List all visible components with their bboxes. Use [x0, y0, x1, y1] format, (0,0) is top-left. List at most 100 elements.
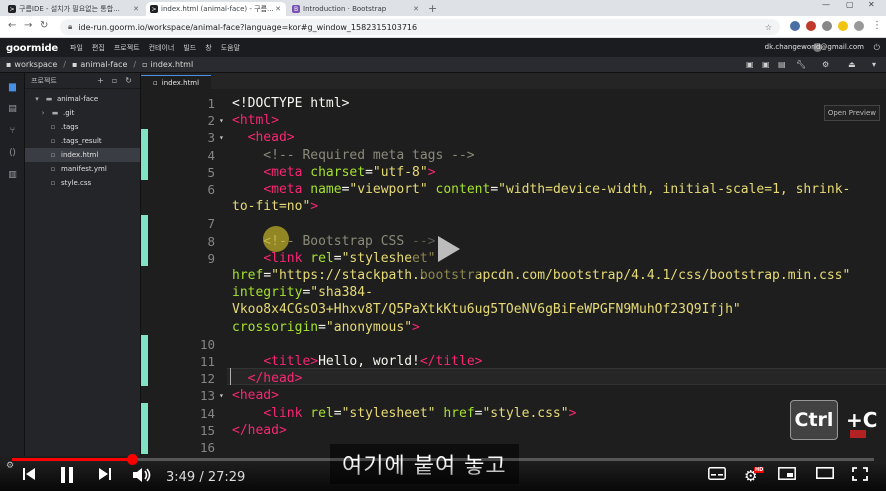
fold-toggle-icon[interactable]: ▾: [219, 112, 224, 129]
window-close-button[interactable]: ✕: [868, 0, 875, 9]
subtitles-icon[interactable]: [708, 467, 726, 480]
terminal-icon[interactable]: ▥: [7, 169, 18, 180]
code-line[interactable]: to-fit=no">: [141, 198, 886, 215]
menu-container[interactable]: 컨테이너: [149, 43, 175, 53]
save-all-icon[interactable]: ▣: [762, 60, 770, 69]
code-text: <meta name="viewport" content="width=dev…: [232, 181, 850, 198]
pause-icon[interactable]: [60, 467, 74, 483]
profile-avatar[interactable]: [854, 21, 864, 31]
tree-item-tags-result[interactable]: ▫ .tags_result: [25, 134, 140, 148]
volume-icon[interactable]: [132, 467, 152, 483]
code-line[interactable]: 3 ▾ <head>: [141, 129, 886, 146]
add-icon[interactable]: +: [97, 76, 104, 85]
code-token: "anonymous": [325, 319, 413, 335]
power-icon[interactable]: ⏻: [874, 43, 880, 53]
line-number: 10: [199, 336, 215, 352]
tree-item-animal-face[interactable]: ▾ ▬ animal-face: [25, 92, 140, 106]
video-progress-bar[interactable]: [12, 454, 874, 465]
new-tab-button[interactable]: +: [428, 2, 437, 15]
code-editor[interactable]: ▫ index.html 1 <!DOCTYPE html> 2 ▾ <html> 3 ▾ …: [141, 73, 886, 456]
code-line[interactable]: 12 </head>: [141, 370, 886, 387]
tree-item-tags[interactable]: ▫ .tags: [25, 120, 140, 134]
menu-help[interactable]: 도움말: [221, 43, 240, 53]
code-line[interactable]: crossorigin="anonymous">: [141, 319, 886, 336]
code-token: content: [427, 182, 491, 197]
code-line[interactable]: href="https://stackpath.bootstrapcdn.com…: [141, 267, 886, 284]
reload-icon[interactable]: ↻: [40, 20, 48, 31]
git-branch-icon[interactable]: ⑂: [7, 125, 18, 136]
browser-tab-goorm-home[interactable]: > 구름IDE - 설치가 필요없는 통합... ✕: [4, 2, 144, 16]
play-overlay-button[interactable]: [410, 210, 488, 288]
tree-item-manifest[interactable]: ▫ manifest.yml: [25, 162, 140, 176]
code-line[interactable]: 9 <link rel="stylesheet": [141, 250, 886, 267]
breadcrumb-project[interactable]: ▪ animal-face: [72, 60, 127, 69]
code-line[interactable]: 1 <!DOCTYPE html>: [141, 95, 886, 112]
account-email[interactable]: dk.changeworld@gmail.com: [765, 43, 864, 51]
code-line[interactable]: 15 </head>: [141, 422, 886, 439]
outline-icon[interactable]: ▤: [7, 103, 18, 114]
breadcrumb-workspace[interactable]: ▪ workspace: [6, 60, 57, 69]
save-icon[interactable]: ▣: [746, 60, 754, 69]
forward-arrow-icon[interactable]: →: [24, 20, 32, 31]
code-text: <link rel="stylesheet" href="style.css">: [232, 405, 576, 422]
tree-item-index-html[interactable]: ▫ index.html: [25, 148, 140, 162]
tree-item-style-css[interactable]: ▫ style.css: [25, 176, 140, 190]
code-line[interactable]: 10: [141, 336, 886, 353]
code-line[interactable]: 6 <meta name="viewport" content="width=d…: [141, 181, 886, 198]
fold-toggle-icon[interactable]: ▾: [219, 387, 224, 404]
more-vert-icon[interactable]: ⋮: [872, 20, 882, 31]
code-token: </head>: [232, 422, 287, 438]
code-line[interactable]: 5 <meta charset="utf-8">: [141, 164, 886, 181]
maximize-button[interactable]: ▢: [846, 0, 854, 9]
code-line[interactable]: 8 <!-- Bootstrap CSS -->: [141, 233, 886, 250]
editor-tab-index-html[interactable]: ▫ index.html: [141, 75, 212, 89]
menu-file[interactable]: 파일: [70, 43, 83, 53]
fold-toggle-icon[interactable]: ▾: [219, 129, 224, 146]
close-icon[interactable]: ✕: [413, 5, 419, 13]
menu-project[interactable]: 프로젝트: [114, 43, 140, 53]
minimize-button[interactable]: —: [822, 0, 830, 9]
extension-icon[interactable]: [838, 21, 848, 31]
close-icon[interactable]: ✕: [275, 5, 281, 13]
code-line[interactable]: integrity="sha384-: [141, 284, 886, 301]
address-bar[interactable]: 🔒︎ ide-run.goorm.io/workspace/animal-fac…: [60, 19, 780, 35]
code-line[interactable]: 4 <!-- Required meta tags -->: [141, 147, 886, 164]
code-token: </head>: [247, 371, 303, 387]
open-preview-button[interactable]: Open Preview: [823, 105, 880, 121]
extension-icon[interactable]: [806, 21, 816, 31]
close-icon[interactable]: ✕: [133, 5, 139, 13]
wrench-icon[interactable]: 🔧︎: [796, 60, 806, 69]
miniplayer-icon[interactable]: [778, 467, 796, 480]
code-icon[interactable]: ⟨⟩: [7, 147, 18, 158]
browser-tab-index-html[interactable]: > index.html (animal-face) - 구름... ✕: [146, 2, 286, 16]
run-icon[interactable]: ⏏: [848, 60, 856, 69]
extension-icon[interactable]: [790, 21, 800, 31]
gear-icon[interactable]: ⚙: [822, 60, 829, 69]
star-icon[interactable]: ☆: [765, 23, 772, 32]
previous-icon[interactable]: [22, 467, 36, 481]
code-line[interactable]: 13 ▾ <head>: [141, 387, 886, 404]
file-icon[interactable]: ▫: [112, 76, 117, 85]
build-icon[interactable]: ▤: [778, 60, 786, 69]
next-icon[interactable]: [98, 467, 112, 481]
menu-edit[interactable]: 편집: [92, 43, 105, 53]
back-arrow-icon[interactable]: ←: [8, 20, 16, 31]
refresh-icon[interactable]: ↻: [125, 76, 132, 85]
browser-tab-bootstrap[interactable]: B Introduction · Bootstrap ✕: [288, 2, 424, 16]
code-line[interactable]: 7: [141, 215, 886, 232]
code-line[interactable]: 11 <title>Hello, world!</title>: [141, 353, 886, 370]
menu-window[interactable]: 창: [205, 43, 211, 53]
key-badge-ctrl: Ctrl: [790, 400, 838, 440]
code-line[interactable]: 2 ▾ <html>: [141, 112, 886, 129]
more-icon[interactable]: ▾: [872, 60, 876, 69]
tab-title: index.html (animal-face) - 구름...: [161, 5, 274, 13]
tree-item-git[interactable]: › ▬ .git: [25, 106, 140, 120]
menu-build[interactable]: 빌드: [183, 43, 196, 53]
code-line[interactable]: Vkoo8x4CGsO3+Hhxv8T/Q5PaXtkKtu6ug5TOeNV6…: [141, 301, 886, 318]
extension-icon[interactable]: [822, 21, 832, 31]
project-explorer-icon[interactable]: ▆: [7, 81, 18, 92]
code-line[interactable]: 14 <link rel="stylesheet" href="style.cs…: [141, 405, 886, 422]
fullscreen-icon[interactable]: [852, 467, 868, 481]
theater-mode-icon[interactable]: [816, 467, 834, 479]
breadcrumb-file[interactable]: ▫ index.html: [142, 60, 193, 69]
